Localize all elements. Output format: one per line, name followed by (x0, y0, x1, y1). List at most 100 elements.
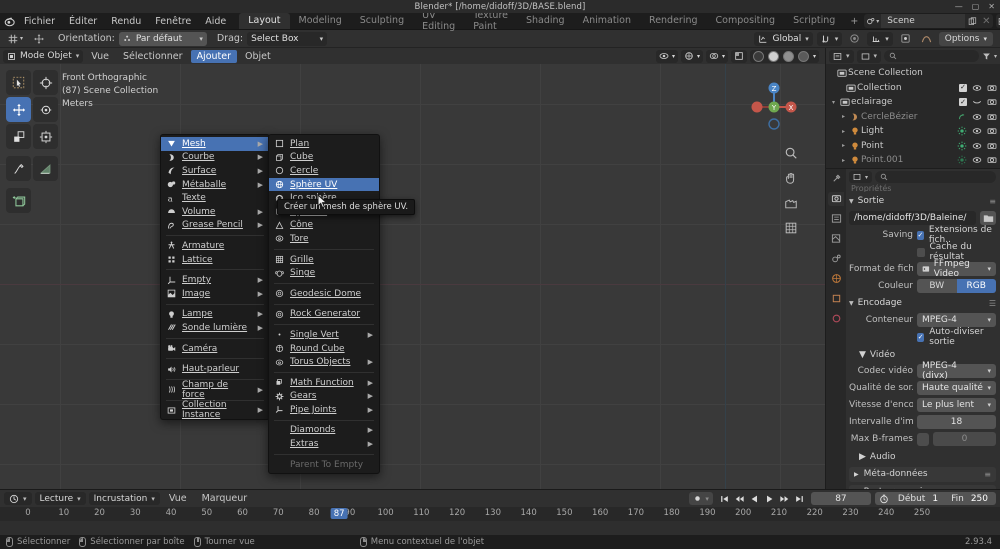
mesh-item-geodesic-dome[interactable]: Geodesic Dome (269, 287, 379, 301)
camera-render-icon[interactable] (987, 112, 997, 122)
active-tool-icon[interactable]: ▾ (4, 33, 26, 45)
outliner-row-point[interactable]: ▸ Point (826, 139, 1000, 154)
tab-material-properties[interactable] (828, 312, 844, 326)
timeline-track-area[interactable] (0, 521, 1000, 535)
wireframe-shading-icon[interactable] (752, 50, 764, 62)
mesh-item-tore[interactable]: Tore (269, 232, 379, 246)
transform-orientation-dropdown[interactable]: Global ▾ (754, 31, 813, 46)
mesh-item-torus-objects[interactable]: Torus Objects ▶ (269, 355, 379, 369)
viewport-menu-ajouter[interactable]: Ajouter (190, 49, 238, 63)
transform-tool-button[interactable] (33, 124, 58, 149)
drag-dropdown[interactable]: Select Box ▾ (247, 31, 328, 46)
xray-toggle[interactable] (730, 49, 747, 63)
material-shading-icon[interactable] (782, 50, 794, 62)
eye-icon[interactable] (972, 141, 982, 151)
add-menu-item-texte[interactable]: a Texte (161, 191, 269, 205)
light-data-icon[interactable] (957, 141, 967, 151)
new-scene-button[interactable] (965, 14, 979, 28)
menu-rendu[interactable]: Rendu (104, 15, 148, 28)
annotate-tool-button[interactable] (6, 156, 31, 181)
camera-view-icon[interactable] (782, 194, 800, 212)
mesh-item-cube[interactable]: Cube (269, 151, 379, 165)
menu-aide[interactable]: Aide (198, 15, 233, 28)
auto-keying-toggle[interactable]: ▾ (689, 492, 713, 505)
add-menu-item-armature[interactable]: Armature (161, 239, 269, 253)
mesh-item-plan[interactable]: Plan (269, 137, 379, 151)
pan-hand-icon[interactable] (782, 169, 800, 187)
timeline-editor-type-button[interactable]: ▾ (4, 492, 32, 505)
tab-output-properties[interactable] (828, 212, 844, 226)
outliner-display-mode-dropdown[interactable]: ▾ (856, 49, 882, 63)
max-bframes-checkbox[interactable] (917, 432, 929, 446)
current-frame-input[interactable]: 87 (810, 492, 871, 505)
panel-sortie-header[interactable]: ▼ Sortie ≡ (849, 194, 996, 209)
play-reverse-button[interactable] (747, 492, 762, 506)
mesh-submenu[interactable]: Plan Cube Cercle Sphère UV Ico sphère (268, 134, 380, 475)
play-button[interactable] (762, 492, 777, 506)
output-path-input[interactable]: /home/didoff/3D/Baleine/ (849, 211, 976, 225)
navigation-gizmo[interactable]: Z X Y (745, 78, 803, 136)
tab-scripting[interactable]: Scripting (784, 13, 844, 29)
jump-to-end-button[interactable] (792, 492, 807, 506)
camera-render-icon[interactable] (987, 83, 997, 93)
previous-keyframe-button[interactable] (732, 492, 747, 506)
file-format-dropdown[interactable]: FFmpeg Video ▾ (917, 259, 996, 279)
measure-tool-button[interactable] (33, 156, 58, 181)
color-option-bw[interactable]: BW (917, 279, 957, 293)
gizmo-toggle[interactable]: ▾ (680, 49, 703, 63)
add-menu-item-mesh[interactable]: Mesh ▶ (161, 137, 269, 151)
add-cube-tool-button[interactable] (6, 188, 31, 213)
maximize-button[interactable]: ▢ (972, 2, 980, 11)
add-menu-item-volume[interactable]: Volume ▶ (161, 205, 269, 219)
add-menu-item-lattice[interactable]: Lattice (161, 253, 269, 267)
rotate-tool-button[interactable] (33, 97, 58, 122)
outliner-row-light[interactable]: ▸ Light (826, 124, 1000, 139)
timeline-ruler[interactable]: 0 10 20 30 40 50 60 70 80 90 100 110 120 130 140 150 160… (0, 507, 1000, 521)
tab-tool-properties[interactable] (828, 172, 844, 186)
tab-layout[interactable]: Layout (239, 13, 290, 29)
eye-closed-icon[interactable] (972, 97, 982, 107)
mesh-item-diamonds[interactable]: Diamonds ▶ (269, 424, 379, 438)
scene-name[interactable]: Scene (881, 14, 966, 28)
outliner-row-collection[interactable]: Collection ✓ (826, 81, 1000, 96)
frame-range-fields[interactable]: Début 1 Fin 250 (874, 492, 996, 505)
outliner-tree[interactable]: Scene Collection Collection ✓ ▾ eclairag… (826, 64, 1000, 168)
add-menu-item-grease-pencil[interactable]: Grease Pencil ▶ (161, 219, 269, 233)
outliner-search-input[interactable] (884, 50, 979, 62)
container-dropdown[interactable]: MPEG-4 ▾ (917, 313, 996, 327)
tab-view-layer-properties[interactable] (828, 232, 844, 246)
tab-scene-properties[interactable] (828, 252, 844, 266)
proportional-falloff-dropdown[interactable]: ▾ (867, 31, 893, 46)
jump-to-start-button[interactable] (717, 492, 732, 506)
proportional-edit-icon[interactable] (846, 33, 863, 44)
light-data-icon[interactable] (957, 126, 967, 136)
timeline-playhead[interactable]: 87 (330, 508, 348, 519)
panel-metadata-header[interactable]: ▶ Méta-données ≡ (849, 466, 996, 482)
menu-fichier[interactable]: Fichier (17, 15, 62, 28)
mirror-toggle-icon[interactable] (897, 33, 914, 44)
add-menu-item-lampe[interactable]: Lampe ▶ (161, 308, 269, 322)
rendered-shading-icon[interactable] (797, 50, 809, 62)
expand-chevron-icon[interactable]: ▸ (839, 157, 848, 164)
tab-sculpting[interactable]: Sculpting (351, 13, 413, 29)
add-menu-item-metaballe[interactable]: Métaballe ▶ (161, 178, 269, 192)
add-menu-item-camera[interactable]: Caméra (161, 342, 269, 356)
camera-render-icon[interactable] (987, 155, 997, 165)
mesh-item-cercle[interactable]: Cercle (269, 164, 379, 178)
camera-render-icon[interactable] (987, 97, 997, 107)
max-bframes-input[interactable]: 0 (933, 432, 996, 446)
unlink-scene-button[interactable]: ✕ (979, 14, 993, 28)
add-menu-dropdown[interactable]: Mesh ▶ Courbe ▶ Surface ▶ Métaballe ▶ a … (160, 134, 270, 420)
outliner-editor-type-button[interactable]: ▾ (829, 49, 854, 63)
outliner-row-scene-collection[interactable]: Scene Collection (826, 66, 1000, 81)
mesh-item-extras[interactable]: Extras ▶ (269, 437, 379, 451)
tab-world-properties[interactable] (828, 272, 844, 286)
video-codec-dropdown[interactable]: MPEG-4 (divx) ▾ (917, 361, 996, 381)
move-tool-button[interactable] (6, 97, 31, 122)
mesh-item-pipe-joints[interactable]: Pipe Joints ▶ (269, 403, 379, 417)
outliner-row-point-001[interactable]: ▸ Point.001 (826, 153, 1000, 168)
animation-data-icon[interactable] (957, 112, 967, 122)
scale-tool-button[interactable] (6, 124, 31, 149)
eye-icon[interactable] (972, 112, 982, 122)
tab-object-properties[interactable] (828, 292, 844, 306)
